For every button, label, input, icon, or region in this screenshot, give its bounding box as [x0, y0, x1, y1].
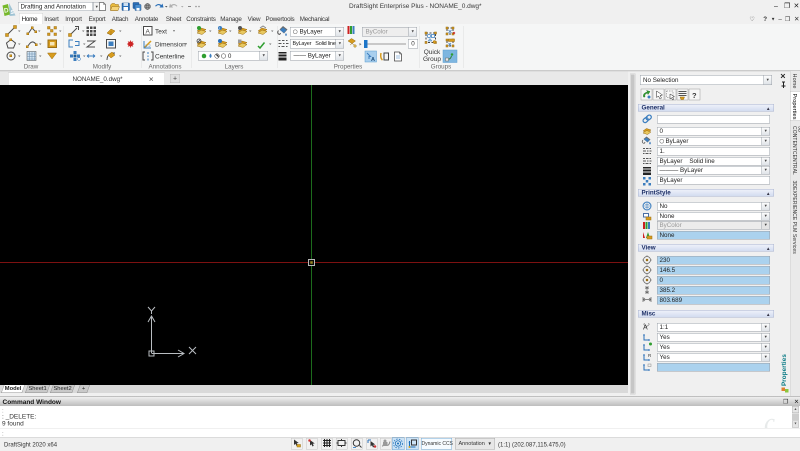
svg-text:A: A: [371, 57, 375, 63]
svg-text:R: R: [648, 353, 652, 358]
svg-text:?: ?: [692, 91, 697, 100]
svg-text:1.2: 1.2: [145, 43, 151, 48]
svg-text:0: 0: [228, 54, 232, 60]
svg-text:A: A: [146, 29, 151, 36]
svg-text:A: A: [643, 325, 648, 332]
